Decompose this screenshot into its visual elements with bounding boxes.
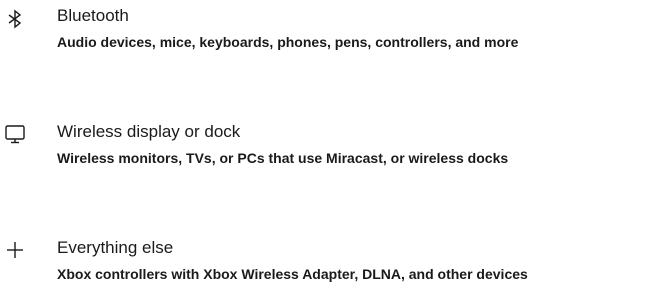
bluetooth-icon xyxy=(8,9,22,29)
option-description: Xbox controllers with Xbox Wireless Adap… xyxy=(57,266,528,282)
option-everything-else[interactable]: Everything else Xbox controllers with Xb… xyxy=(0,232,649,288)
plus-icon xyxy=(7,242,23,258)
option-title: Bluetooth xyxy=(57,6,129,25)
option-title: Wireless display or dock xyxy=(57,122,241,141)
option-description: Wireless monitors, TVs, or PCs that use … xyxy=(57,150,509,166)
option-description: Audio devices, mice, keyboards, phones, … xyxy=(57,34,519,50)
option-title: Everything else xyxy=(57,238,174,257)
monitor-icon xyxy=(5,125,25,144)
option-bluetooth[interactable]: Bluetooth Audio devices, mice, keyboards… xyxy=(0,0,649,56)
option-wireless-display[interactable]: Wireless display or dock Wireless monito… xyxy=(0,116,649,172)
